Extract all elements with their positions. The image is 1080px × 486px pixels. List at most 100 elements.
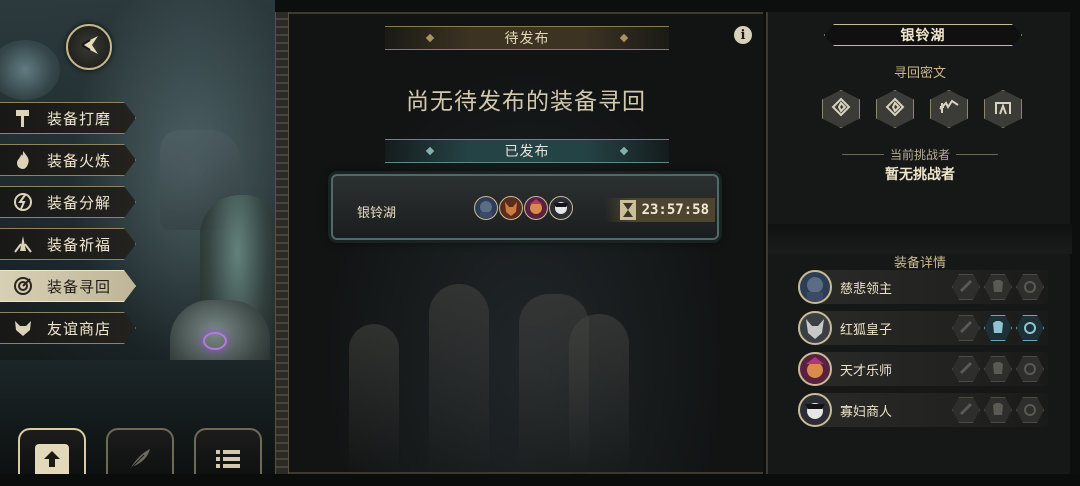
- genius-musician-portrait: [524, 196, 548, 220]
- upload-icon: [41, 448, 63, 474]
- rune-tile[interactable]: [876, 90, 914, 128]
- diamond-ornament-icon: [619, 33, 629, 43]
- menu-item-label: 友谊商店: [47, 319, 112, 338]
- menu-item-friendship-shop[interactable]: 友谊商店: [0, 312, 136, 344]
- card-timer: 23:57:58: [605, 198, 715, 222]
- hourglass-icon: [619, 200, 636, 220]
- scene-foliage: [0, 40, 60, 100]
- equip-slots: [952, 397, 1044, 423]
- rune-spiral-icon: [885, 97, 905, 121]
- menu-item-polish[interactable]: 装备打磨: [0, 102, 136, 134]
- challenger-label: 当前挑战者: [768, 146, 1072, 163]
- list-item[interactable]: 寡妇商人: [798, 393, 1048, 427]
- armor-icon: [991, 319, 1005, 338]
- character-name: 红狐皇子: [840, 322, 893, 338]
- weapon-slot[interactable]: [952, 274, 980, 300]
- feather-icon: [126, 445, 154, 477]
- dismantle-icon: [12, 191, 34, 213]
- pending-header-label: 待发布: [504, 31, 550, 47]
- sword-icon: [959, 278, 973, 297]
- card-location-name: 银铃湖: [357, 206, 397, 221]
- armor-icon: [991, 278, 1005, 297]
- rune-tile[interactable]: [984, 90, 1022, 128]
- sword-icon: [959, 401, 973, 420]
- retrieve-icon: [12, 275, 34, 297]
- menu-item-label: 装备打磨: [47, 109, 112, 128]
- armor-slot[interactable]: [984, 356, 1012, 382]
- location-title: 银铃湖: [824, 24, 1022, 46]
- rune-tile[interactable]: [930, 90, 968, 128]
- background-characters: [329, 254, 729, 474]
- ring-slot[interactable]: [1016, 315, 1044, 341]
- pending-header: 待发布: [385, 26, 669, 50]
- details-panel: 银铃湖 寻回密文 当前挑战者 暂无挑战者 装备详情 慈悲领主 红狐皇子 天才乐师…: [766, 12, 1072, 474]
- sword-icon: [959, 319, 973, 338]
- weapon-slot[interactable]: [952, 397, 980, 423]
- pending-empty-message: 尚无待发布的装备寻回: [406, 89, 646, 115]
- widow-merchant-portrait: [798, 393, 832, 427]
- bottom-frame: [0, 474, 1080, 486]
- red-fox-prince-portrait: [499, 196, 523, 220]
- equip-slots: [952, 274, 1044, 300]
- list-icon: [214, 447, 242, 475]
- menu-item-forge[interactable]: 装备火炼: [0, 144, 136, 176]
- rune-wave-icon: [938, 97, 960, 121]
- equip-slots: [952, 315, 1044, 341]
- info-icon[interactable]: i: [734, 26, 752, 44]
- section-divider: [768, 224, 1072, 254]
- equipment-list: 慈悲领主 红狐皇子 天才乐师 寡妇商人: [798, 270, 1048, 434]
- menu-item-label: 装备火炼: [47, 151, 112, 170]
- cipher-label: 寻回密文: [893, 66, 946, 81]
- ring-icon: [1023, 278, 1037, 297]
- list-item[interactable]: 红狐皇子: [798, 311, 1048, 345]
- armor-slot[interactable]: [984, 274, 1012, 300]
- weapon-slot[interactable]: [952, 356, 980, 382]
- equipment-menu: 装备打磨 装备火炼 装备分解 装备祈福 装备寻回 友谊商店: [0, 102, 140, 354]
- ring-slot[interactable]: [1016, 356, 1044, 382]
- merciful-lord-portrait: [798, 270, 832, 304]
- character-name: 天才乐师: [840, 363, 893, 379]
- ring-slot[interactable]: [1016, 274, 1044, 300]
- menu-item-retrieve[interactable]: 装备寻回: [0, 270, 136, 302]
- ring-icon: [1023, 360, 1037, 379]
- weapon-slot[interactable]: [952, 315, 980, 341]
- menu-item-label: 装备祈福: [47, 235, 112, 254]
- diamond-ornament-icon: [619, 146, 629, 156]
- rune-spiral-icon: [831, 97, 851, 121]
- red-fox-prince-portrait: [798, 311, 832, 345]
- challenger-value: 暂无挑战者: [885, 167, 955, 183]
- back-arrow-icon: [76, 32, 102, 62]
- equip-details-label: 装备详情: [893, 256, 946, 271]
- menu-item-pray[interactable]: 装备祈福: [0, 228, 136, 260]
- diamond-ornament-icon: [425, 146, 435, 156]
- sword-icon: [959, 360, 973, 379]
- cipher-runes: [822, 90, 1022, 128]
- published-header-label: 已发布: [504, 144, 550, 160]
- published-retrieve-card[interactable]: 银铃湖 23:57:58: [331, 174, 719, 240]
- ring-icon: [1023, 401, 1037, 420]
- retrieve-center-panel: 待发布 i 尚无待发布的装备寻回 已发布 银铃湖 23:57:58: [289, 12, 763, 474]
- list-item[interactable]: 天才乐师: [798, 352, 1048, 386]
- ring-icon: [1023, 319, 1037, 338]
- menu-item-label: 装备分解: [47, 193, 112, 212]
- menu-item-label: 装备寻回: [47, 277, 112, 296]
- card-portraits: [474, 196, 573, 220]
- list-item[interactable]: 慈悲领主: [798, 270, 1048, 304]
- flame-icon: [12, 149, 34, 171]
- armor-slot[interactable]: [984, 397, 1012, 423]
- widow-merchant-portrait: [549, 196, 573, 220]
- rune-arch-icon: [993, 97, 1013, 121]
- genius-musician-portrait: [798, 352, 832, 386]
- armor-slot[interactable]: [984, 315, 1012, 341]
- ring-slot[interactable]: [1016, 397, 1044, 423]
- character-name: 寡妇商人: [840, 404, 893, 420]
- character-name: 慈悲领主: [840, 281, 893, 297]
- back-button[interactable]: [66, 24, 112, 70]
- prayer-icon: [12, 233, 34, 255]
- menu-item-dismantle[interactable]: 装备分解: [0, 186, 136, 218]
- rune-tile[interactable]: [822, 90, 860, 128]
- equip-slots: [952, 356, 1044, 382]
- fox-shop-icon: [12, 317, 34, 339]
- published-header: 已发布: [385, 139, 669, 163]
- merciful-lord-portrait: [474, 196, 498, 220]
